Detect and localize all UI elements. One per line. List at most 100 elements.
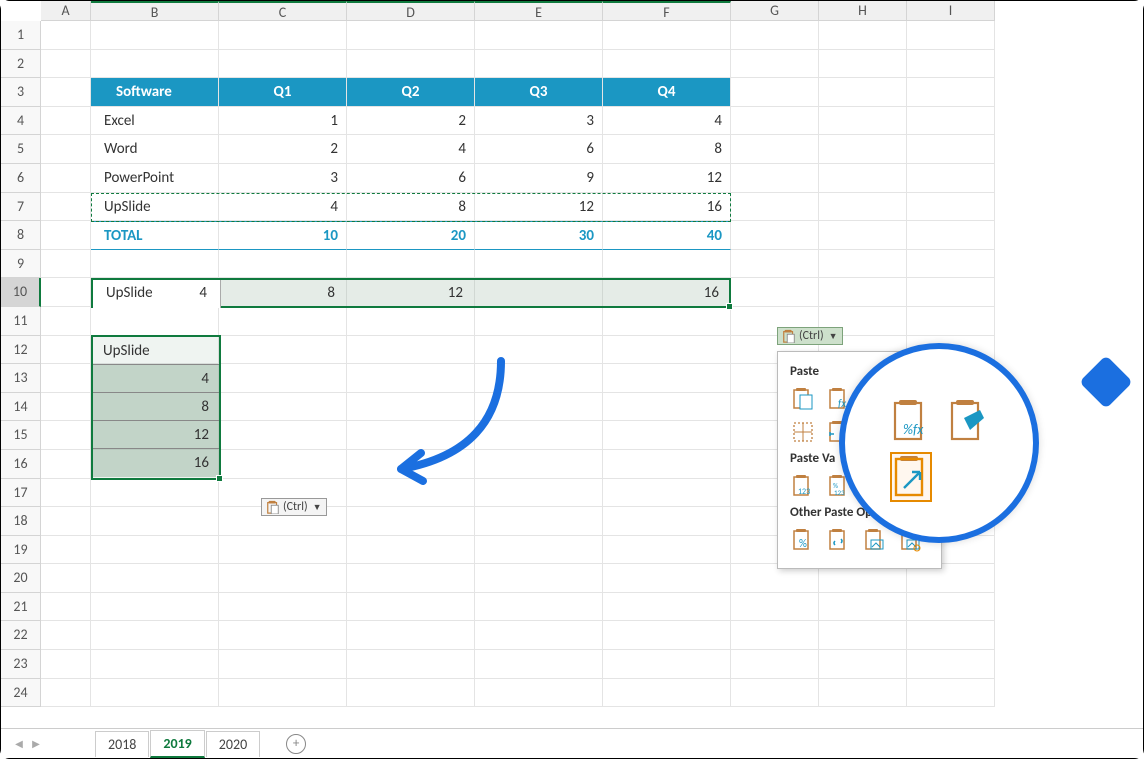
rowhead-23[interactable]: 23 [1, 650, 41, 679]
cell-C19[interactable] [219, 536, 347, 565]
paste-format-only-icon[interactable]: % [788, 525, 818, 555]
cell-I24[interactable] [907, 679, 995, 708]
cell-B7[interactable]: UpSlide [91, 193, 219, 222]
cell-E3[interactable]: Q3 [475, 78, 603, 107]
cell-C14[interactable] [219, 393, 347, 422]
cell-E6[interactable]: 9 [475, 164, 603, 193]
cell-B2[interactable] [91, 50, 219, 79]
cell-D9[interactable] [347, 250, 475, 279]
cell-B17[interactable] [91, 479, 219, 508]
cell-A18[interactable] [41, 507, 91, 536]
rowhead-19[interactable]: 19 [1, 536, 41, 565]
cell-D20[interactable] [347, 564, 475, 593]
cell-D8[interactable]: 20 [347, 221, 475, 250]
paste-link-icon[interactable] [824, 525, 854, 555]
cell-F8[interactable]: 40 [603, 221, 731, 250]
cell-F19[interactable] [603, 536, 731, 565]
cell-E18[interactable] [475, 507, 603, 536]
cell-B24[interactable] [91, 679, 219, 708]
cell-C6[interactable]: 3 [219, 164, 347, 193]
cell-A8[interactable] [41, 221, 91, 250]
cell-C12[interactable] [219, 336, 347, 365]
cell-F18[interactable] [603, 507, 731, 536]
cell-E10[interactable] [475, 278, 603, 307]
cell-B5[interactable]: Word [91, 135, 219, 164]
cell-I9[interactable] [907, 250, 995, 279]
rowhead-1[interactable]: 1 [1, 21, 41, 50]
cell-G10[interactable] [731, 278, 819, 307]
cell-B4[interactable]: Excel [91, 107, 219, 136]
cell-E11[interactable] [475, 307, 603, 336]
cell-G1[interactable] [731, 21, 819, 50]
colhead-C[interactable]: C [219, 1, 347, 21]
rowhead-7[interactable]: 7 [1, 193, 41, 222]
cell-A19[interactable] [41, 536, 91, 565]
cell-C23[interactable] [219, 650, 347, 679]
cell-F20[interactable] [603, 564, 731, 593]
colhead-A[interactable]: A [41, 1, 91, 21]
cell-B9[interactable] [91, 250, 219, 279]
cell-H10[interactable] [819, 278, 907, 307]
cell-F14[interactable] [603, 393, 731, 422]
cell-D16[interactable] [347, 450, 475, 479]
rowhead-20[interactable]: 20 [1, 564, 41, 593]
cell-A1[interactable] [41, 21, 91, 50]
cell-I3[interactable] [907, 78, 995, 107]
cell-F3[interactable]: Q4 [603, 78, 731, 107]
cell-B8[interactable]: TOTAL [91, 221, 219, 250]
cell-C11[interactable] [219, 307, 347, 336]
cell-C3[interactable]: Q1 [219, 78, 347, 107]
cell-F7[interactable]: 16 [603, 193, 731, 222]
paste-default-icon[interactable] [788, 384, 818, 414]
cell-A16[interactable] [41, 450, 91, 479]
cell-A23[interactable] [41, 650, 91, 679]
cell-A4[interactable] [41, 107, 91, 136]
cell-E9[interactable] [475, 250, 603, 279]
cell-A11[interactable] [41, 307, 91, 336]
cell-C9[interactable] [219, 250, 347, 279]
new-sheet-button[interactable]: + [286, 734, 306, 754]
cell-E13[interactable] [475, 364, 603, 393]
sheet-tab-2019[interactable]: 2019 [150, 730, 204, 758]
cell-E19[interactable] [475, 536, 603, 565]
rowhead-8[interactable]: 8 [1, 221, 41, 250]
rowhead-11[interactable]: 11 [1, 307, 41, 336]
cell-D10[interactable] [347, 278, 475, 307]
cell-F12[interactable] [603, 336, 731, 365]
cell-D24[interactable] [347, 679, 475, 708]
cell-D12[interactable] [347, 336, 475, 365]
colhead-D[interactable]: D [347, 1, 475, 21]
cell-B19[interactable] [91, 536, 219, 565]
rowhead-12[interactable]: 12 [1, 336, 41, 365]
cell-I8[interactable] [907, 221, 995, 250]
cell-E14[interactable] [475, 393, 603, 422]
cell-I23[interactable] [907, 650, 995, 679]
cell-A20[interactable] [41, 564, 91, 593]
paste-values-icon[interactable]: 123 [788, 471, 818, 501]
cell-B20[interactable] [91, 564, 219, 593]
cell-H2[interactable] [819, 50, 907, 79]
cell-C10[interactable] [219, 278, 347, 307]
cell-D5[interactable]: 4 [347, 135, 475, 164]
cell-I22[interactable] [907, 621, 995, 650]
cell-A5[interactable] [41, 135, 91, 164]
rowhead-18[interactable]: 18 [1, 507, 41, 536]
cell-I1[interactable] [907, 21, 995, 50]
cell-A24[interactable] [41, 679, 91, 708]
cell-F21[interactable] [603, 593, 731, 622]
cell-H5[interactable] [819, 135, 907, 164]
cell-E2[interactable] [475, 50, 603, 79]
cell-D1[interactable] [347, 21, 475, 50]
cell-C4[interactable]: 1 [219, 107, 347, 136]
cell-G2[interactable] [731, 50, 819, 79]
colhead-E[interactable]: E [475, 1, 603, 21]
cell-E21[interactable] [475, 593, 603, 622]
cell-F13[interactable] [603, 364, 731, 393]
cell-D14[interactable] [347, 393, 475, 422]
cell-E23[interactable] [475, 650, 603, 679]
cell-I7[interactable] [907, 193, 995, 222]
cell-F2[interactable] [603, 50, 731, 79]
cell-A15[interactable] [41, 421, 91, 450]
cell-H8[interactable] [819, 221, 907, 250]
cell-E8[interactable]: 30 [475, 221, 603, 250]
